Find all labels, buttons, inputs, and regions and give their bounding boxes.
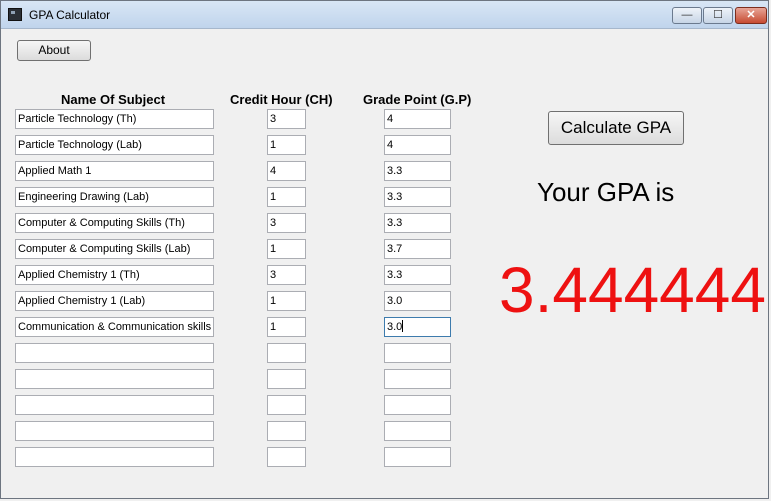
title-bar[interactable]: GPA Calculator — ☐ ✕ [1, 1, 768, 29]
grade-point-input[interactable]: 3.3 [384, 213, 451, 233]
close-button[interactable]: ✕ [735, 7, 767, 24]
subject-input[interactable]: Communication & Communication skills [15, 317, 214, 337]
subject-input[interactable] [15, 369, 214, 389]
minimize-button[interactable]: — [672, 7, 702, 24]
table-row: Applied Math 1 4 3.3 [1, 161, 461, 181]
table-row: Engineering Drawing (Lab) 1 3.3 [1, 187, 461, 207]
subject-input[interactable]: Computer & Computing Skills (Th) [15, 213, 214, 233]
subject-input[interactable]: Computer & Computing Skills (Lab) [15, 239, 214, 259]
credit-hour-input[interactable]: 1 [267, 239, 306, 259]
subject-input[interactable] [15, 343, 214, 363]
credit-hour-input[interactable]: 1 [267, 135, 306, 155]
table-row: Particle Technology (Th) 3 4 [1, 109, 461, 129]
table-row: Computer & Computing Skills (Th) 3 3.3 [1, 213, 461, 233]
subject-input[interactable]: Particle Technology (Th) [15, 109, 214, 129]
table-row: Applied Chemistry 1 (Th) 3 3.3 [1, 265, 461, 285]
credit-hour-input[interactable]: 3 [267, 265, 306, 285]
grade-point-input[interactable]: 3.3 [384, 187, 451, 207]
header-credit-hour: Credit Hour (CH) [230, 92, 333, 107]
subject-input[interactable] [15, 447, 214, 467]
credit-hour-input[interactable]: 3 [267, 109, 306, 129]
table-row: Communication & Communication skills 1 3.0 [1, 317, 461, 337]
table-row [1, 343, 461, 363]
table-row [1, 447, 461, 467]
credit-hour-input[interactable] [267, 421, 306, 441]
grade-point-input[interactable] [384, 369, 451, 389]
header-grade-point: Grade Point (G.P) [363, 92, 472, 107]
credit-hour-input[interactable]: 1 [267, 187, 306, 207]
table-row [1, 421, 461, 441]
about-button[interactable]: About [17, 40, 91, 61]
subject-input[interactable] [15, 421, 214, 441]
grade-point-input[interactable] [384, 421, 451, 441]
credit-hour-input[interactable]: 3 [267, 213, 306, 233]
app-icon [8, 8, 22, 21]
subject-input[interactable]: Particle Technology (Lab) [15, 135, 214, 155]
subject-input[interactable]: Engineering Drawing (Lab) [15, 187, 214, 207]
credit-hour-input[interactable] [267, 369, 306, 389]
credit-hour-input[interactable]: 1 [267, 291, 306, 311]
credit-hour-input[interactable] [267, 395, 306, 415]
grade-point-input[interactable]: 4 [384, 109, 451, 129]
gpa-value: 3.444444 [499, 254, 766, 326]
calculate-gpa-button[interactable]: Calculate GPA [548, 111, 684, 145]
credit-hour-input[interactable]: 4 [267, 161, 306, 181]
table-row: Computer & Computing Skills (Lab) 1 3.7 [1, 239, 461, 259]
subject-input[interactable]: Applied Math 1 [15, 161, 214, 181]
table-row [1, 369, 461, 389]
grade-point-input[interactable]: 3.3 [384, 265, 451, 285]
grade-point-input[interactable]: 4 [384, 135, 451, 155]
credit-hour-input[interactable] [267, 343, 306, 363]
subject-input[interactable]: Applied Chemistry 1 (Th) [15, 265, 214, 285]
grade-point-input[interactable]: 3.3 [384, 161, 451, 181]
credit-hour-input[interactable] [267, 447, 306, 467]
window-title: GPA Calculator [29, 8, 111, 22]
table-row [1, 395, 461, 415]
header-subject: Name Of Subject [61, 92, 166, 107]
subject-input[interactable]: Applied Chemistry 1 (Lab) [15, 291, 214, 311]
maximize-button[interactable]: ☐ [703, 7, 733, 24]
grade-point-input[interactable]: 3.0 [384, 317, 451, 337]
grade-point-input[interactable] [384, 343, 451, 363]
table-row: Applied Chemistry 1 (Lab) 1 3.0 [1, 291, 461, 311]
app-window: GPA Calculator — ☐ ✕ About Name Of Subje… [0, 0, 769, 499]
grade-point-input[interactable] [384, 447, 451, 467]
grade-point-input[interactable]: 3.7 [384, 239, 451, 259]
credit-hour-input[interactable]: 1 [267, 317, 306, 337]
grade-point-input[interactable] [384, 395, 451, 415]
table-row: Particle Technology (Lab) 1 4 [1, 135, 461, 155]
subject-input[interactable] [15, 395, 214, 415]
gpa-label: Your GPA is [537, 177, 675, 207]
grade-point-input[interactable]: 3.0 [384, 291, 451, 311]
